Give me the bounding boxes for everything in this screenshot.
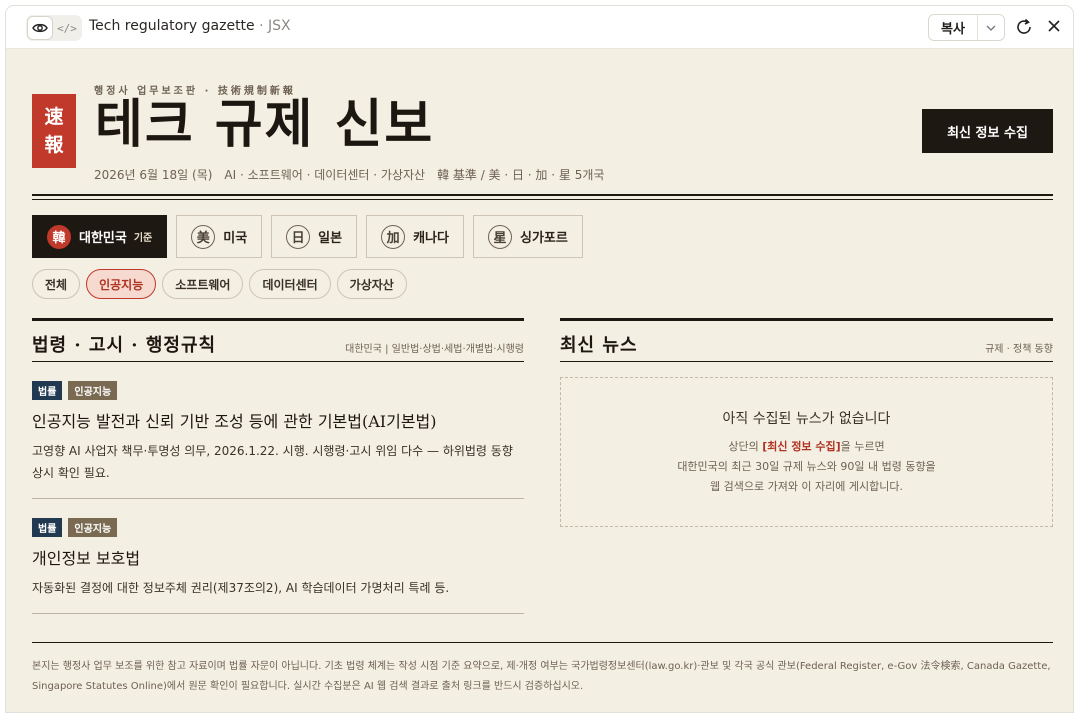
empty-post: 을 누르면 — [840, 440, 885, 453]
chip-ai[interactable]: 인공지능 — [86, 269, 157, 299]
chevron-down-icon — [986, 25, 996, 31]
code-view-button[interactable]: </> — [55, 17, 79, 39]
chip-crypto[interactable]: 가상자산 — [336, 269, 407, 299]
entry-tags: 법률 인공지능 — [32, 518, 524, 537]
tag-law: 법률 — [32, 518, 63, 537]
news-column: 최신 뉴스 규제 · 정책 동향 아직 수집된 뉴스가 없습니다 상단의 [최신… — [560, 318, 1053, 527]
empty-title: 아직 수집된 뉴스가 없습니다 — [722, 411, 891, 427]
fetch-latest-button[interactable]: 최신 정보 수집 — [922, 109, 1053, 153]
view-toggle: </> — [26, 15, 82, 41]
country-tab-label: 싱가포르 — [519, 231, 568, 246]
law-title: 인공지능 발전과 신뢰 기반 조성 등에 관한 기본법(AI기본법) — [32, 412, 437, 431]
country-tab-singapore[interactable]: 星 싱가포르 — [472, 215, 583, 258]
empty-pre: 상단의 — [728, 440, 763, 453]
empty-instructions: 상단의 [최신 정보 수집]을 누르면 대한민국의 최근 30일 규제 뉴스와 … — [561, 437, 1052, 497]
country-coverage: 韓 基準 / 美 · 日 · 加 · 星 5개국 — [437, 168, 605, 182]
reload-icon — [1017, 18, 1031, 34]
country-tab-usa[interactable]: 美 미국 — [176, 215, 263, 258]
seal-top-char: 速 — [44, 106, 64, 128]
empty-line-3: 웹 검색으로 가져와 이 자리에 게시합니다. — [709, 480, 904, 493]
news-header: 최신 뉴스 규제 · 정책 동향 — [560, 318, 1053, 362]
tag-ai: 인공지능 — [68, 518, 118, 537]
tag-law: 법률 — [32, 381, 63, 400]
reload-button[interactable] — [1014, 17, 1034, 41]
laws-column: 법령 · 고시 · 행정규칙 대한민국 | 일반법·상법·세법·개별법·시행령 … — [32, 318, 524, 614]
chip-software[interactable]: 소프트웨어 — [162, 269, 244, 299]
copy-button[interactable]: 복사 — [928, 14, 1005, 41]
laws-heading: 법령 · 고시 · 행정규칙 — [32, 335, 217, 356]
code-icon: </> — [57, 21, 77, 35]
country-tab-label: 미국 — [223, 231, 248, 246]
canada-mark-icon: 加 — [381, 224, 406, 249]
chip-all[interactable]: 전체 — [32, 269, 81, 299]
country-tab-label: 대한민국 — [79, 231, 127, 246]
issue-date: 2026년 6월 18일 (목) — [94, 168, 213, 182]
law-entry[interactable]: 법률 인공지능 개인정보 보호법 자동화된 결정에 대한 정보주체 권리(제37… — [32, 499, 524, 614]
window-title-ext: · JSX — [254, 18, 291, 34]
app-window: </> Tech regulatory gazette · JSX 복사 행정사… — [5, 5, 1074, 713]
law-description: 자동화된 결정에 대한 정보주체 권리(제37조의2), AI 학습데이터 가명… — [32, 581, 450, 595]
law-description: 고영향 AI 사업자 책무·투명성 의무, 2026.1.22. 시행. 시행령… — [32, 444, 513, 480]
close-icon — [1048, 20, 1060, 32]
window-title-text: Tech regulatory gazette — [89, 18, 255, 34]
law-entry[interactable]: 법률 인공지능 인공지능 발전과 신뢰 기반 조성 등에 관한 기본법(AI기본… — [32, 362, 524, 499]
empty-line-2: 대한민국의 최근 30일 규제 뉴스와 90일 내 법령 동향을 — [677, 460, 936, 473]
copy-button-label: 복사 — [929, 15, 978, 40]
country-tab-japan[interactable]: 日 일본 — [271, 215, 358, 258]
country-tab-canada[interactable]: 加 캐나다 — [366, 215, 464, 258]
country-tab-label: 캐나다 — [413, 231, 449, 246]
news-meta: 규제 · 정책 동향 — [985, 344, 1053, 355]
seal-bottom-char: 報 — [44, 134, 64, 156]
preview-button[interactable] — [28, 17, 52, 39]
japan-mark-icon: 日 — [286, 224, 311, 249]
masthead-rule — [32, 194, 1053, 200]
sector-filter-chips: 전체 인공지능 소프트웨어 데이터센터 가상자산 — [32, 269, 407, 299]
law-title: 개인정보 보호법 — [32, 549, 141, 568]
singapore-mark-icon: 星 — [487, 224, 512, 249]
laws-meta: 대한민국 | 일반법·상법·세법·개별법·시행령 — [345, 344, 524, 355]
news-empty-state: 아직 수집된 뉴스가 없습니다 상단의 [최신 정보 수집]을 누르면 대한민국… — [560, 377, 1053, 527]
laws-header: 법령 · 고시 · 행정규칙 대한민국 | 일반법·상법·세법·개별법·시행령 — [32, 318, 524, 362]
eye-icon — [32, 23, 48, 33]
sokbo-seal: 速 報 — [32, 94, 76, 168]
gazette-page: 행정사 업무보조판 · 技術規制新報 速 報 테크 규제 신보 2026년 6월… — [6, 50, 1073, 712]
masthead-dateline: 2026년 6월 18일 (목) AI · 소프트웨어 · 데이터센터 · 가상자… — [94, 166, 604, 183]
tag-ai: 인공지능 — [68, 381, 118, 400]
window-title: Tech regulatory gazette · JSX — [89, 18, 291, 34]
sector-list: AI · 소프트웨어 · 데이터센터 · 가상자산 — [224, 168, 426, 182]
chip-datacenter[interactable]: 데이터센터 — [249, 269, 331, 299]
empty-highlight: [최신 정보 수집] — [762, 440, 841, 453]
country-tab-korea[interactable]: 韓 대한민국 기준 — [32, 215, 168, 258]
close-button[interactable] — [1046, 18, 1062, 38]
country-tab-label: 일본 — [318, 231, 343, 246]
disclaimer-footer: 본지는 행정사 업무 보조를 위한 참고 자료이며 법률 자문이 아닙니다. 기… — [32, 642, 1053, 697]
country-tab-sub: 기준 — [133, 233, 153, 244]
copy-options-button[interactable] — [978, 15, 1004, 40]
korea-mark-icon: 韓 — [47, 224, 71, 249]
news-heading: 최신 뉴스 — [560, 335, 638, 356]
title-bar: </> Tech regulatory gazette · JSX 복사 — [6, 6, 1073, 49]
masthead-title: 테크 규제 신보 — [95, 94, 435, 155]
usa-mark-icon: 美 — [191, 224, 216, 249]
entry-tags: 법률 인공지능 — [32, 381, 524, 400]
country-tabs: 韓 대한민국 기준 美 미국 日 일본 加 캐나다 星 싱가포르 — [32, 215, 583, 258]
